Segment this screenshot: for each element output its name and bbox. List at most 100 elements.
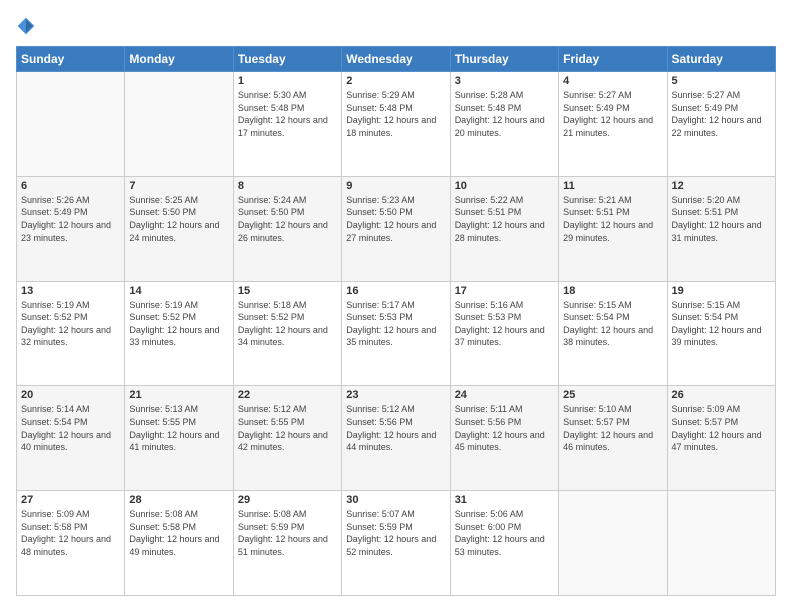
day-info: Sunrise: 5:15 AM Sunset: 5:54 PM Dayligh… xyxy=(563,299,662,349)
calendar-cell: 14 Sunrise: 5:19 AM Sunset: 5:52 PM Dayli… xyxy=(125,281,233,386)
day-info: Sunrise: 5:08 AM Sunset: 5:59 PM Dayligh… xyxy=(238,508,337,558)
calendar-cell: 12 Sunrise: 5:20 AM Sunset: 5:51 PM Dayli… xyxy=(667,176,775,281)
day-number: 25 xyxy=(563,389,662,401)
calendar-cell: 17 Sunrise: 5:16 AM Sunset: 5:53 PM Dayli… xyxy=(450,281,558,386)
day-number: 24 xyxy=(455,389,554,401)
day-number: 7 xyxy=(129,180,228,192)
calendar-cell: 9Sunrise: 5:23 AM Sunset: 5:50 PM Daylig… xyxy=(342,176,450,281)
day-number: 2 xyxy=(346,75,445,87)
calendar-cell: 20 Sunrise: 5:14 AM Sunset: 5:54 PM Dayli… xyxy=(17,386,125,491)
day-number: 29 xyxy=(238,494,337,506)
calendar-cell: 8 Sunrise: 5:24 AM Sunset: 5:50 PM Daylig… xyxy=(233,176,341,281)
weekday-header: Friday xyxy=(559,47,667,72)
day-number: 4 xyxy=(563,75,662,87)
day-number: 18 xyxy=(563,285,662,297)
day-info: Sunrise: 5:27 AM Sunset: 5:49 PM Dayligh… xyxy=(563,89,662,139)
calendar-cell: 15 Sunrise: 5:18 AM Sunset: 5:52 PM Dayli… xyxy=(233,281,341,386)
logo xyxy=(16,16,40,36)
day-number: 1 xyxy=(238,75,337,87)
day-info: Sunrise: 5:23 AM Sunset: 5:50 PM Dayligh… xyxy=(346,194,445,244)
calendar-week-row: 27Sunrise: 5:09 AM Sunset: 5:58 PM Dayli… xyxy=(17,491,776,596)
day-info: Sunrise: 5:18 AM Sunset: 5:52 PM Dayligh… xyxy=(238,299,337,349)
day-info: Sunrise: 5:17 AM Sunset: 5:53 PM Dayligh… xyxy=(346,299,445,349)
calendar-cell: 19 Sunrise: 5:15 AM Sunset: 5:54 PM Dayli… xyxy=(667,281,775,386)
day-number: 13 xyxy=(21,285,120,297)
day-info: Sunrise: 5:12 AM Sunset: 5:56 PM Dayligh… xyxy=(346,403,445,453)
calendar-cell: 3 Sunrise: 5:28 AM Sunset: 5:48 PM Daylig… xyxy=(450,72,558,177)
calendar-cell: 13 Sunrise: 5:19 AM Sunset: 5:52 PM Dayli… xyxy=(17,281,125,386)
day-info: Sunrise: 5:07 AM Sunset: 5:59 PM Dayligh… xyxy=(346,508,445,558)
calendar-cell: 28 Sunrise: 5:08 AM Sunset: 5:58 PM Dayli… xyxy=(125,491,233,596)
day-info: Sunrise: 5:29 AM Sunset: 5:48 PM Dayligh… xyxy=(346,89,445,139)
calendar-cell xyxy=(559,491,667,596)
calendar-cell: 18 Sunrise: 5:15 AM Sunset: 5:54 PM Dayli… xyxy=(559,281,667,386)
calendar-week-row: 1Sunrise: 5:30 AM Sunset: 5:48 PM Daylig… xyxy=(17,72,776,177)
calendar-cell: 31Sunrise: 5:06 AM Sunset: 6:00 PM Dayli… xyxy=(450,491,558,596)
day-info: Sunrise: 5:26 AM Sunset: 5:49 PM Dayligh… xyxy=(21,194,120,244)
day-number: 23 xyxy=(346,389,445,401)
day-info: Sunrise: 5:19 AM Sunset: 5:52 PM Dayligh… xyxy=(129,299,228,349)
header xyxy=(16,16,776,36)
day-info: Sunrise: 5:28 AM Sunset: 5:48 PM Dayligh… xyxy=(455,89,554,139)
weekday-header: Thursday xyxy=(450,47,558,72)
day-info: Sunrise: 5:20 AM Sunset: 5:51 PM Dayligh… xyxy=(672,194,771,244)
day-info: Sunrise: 5:14 AM Sunset: 5:54 PM Dayligh… xyxy=(21,403,120,453)
day-number: 21 xyxy=(129,389,228,401)
weekday-header: Tuesday xyxy=(233,47,341,72)
calendar-cell: 11 Sunrise: 5:21 AM Sunset: 5:51 PM Dayli… xyxy=(559,176,667,281)
day-number: 10 xyxy=(455,180,554,192)
calendar-cell: 29 Sunrise: 5:08 AM Sunset: 5:59 PM Dayli… xyxy=(233,491,341,596)
calendar-cell: 6 Sunrise: 5:26 AM Sunset: 5:49 PM Daylig… xyxy=(17,176,125,281)
day-number: 8 xyxy=(238,180,337,192)
day-info: Sunrise: 5:09 AM Sunset: 5:58 PM Dayligh… xyxy=(21,508,120,558)
calendar-week-row: 6 Sunrise: 5:26 AM Sunset: 5:49 PM Daylig… xyxy=(17,176,776,281)
calendar-cell: 7 Sunrise: 5:25 AM Sunset: 5:50 PM Daylig… xyxy=(125,176,233,281)
day-number: 17 xyxy=(455,285,554,297)
day-number: 28 xyxy=(129,494,228,506)
day-info: Sunrise: 5:22 AM Sunset: 5:51 PM Dayligh… xyxy=(455,194,554,244)
day-info: Sunrise: 5:19 AM Sunset: 5:52 PM Dayligh… xyxy=(21,299,120,349)
calendar-cell: 23 Sunrise: 5:12 AM Sunset: 5:56 PM Dayli… xyxy=(342,386,450,491)
calendar-header-row: SundayMondayTuesdayWednesdayThursdayFrid… xyxy=(17,47,776,72)
calendar-cell: 10 Sunrise: 5:22 AM Sunset: 5:51 PM Dayli… xyxy=(450,176,558,281)
day-info: Sunrise: 5:06 AM Sunset: 6:00 PM Dayligh… xyxy=(455,508,554,558)
day-info: Sunrise: 5:09 AM Sunset: 5:57 PM Dayligh… xyxy=(672,403,771,453)
day-number: 26 xyxy=(672,389,771,401)
day-number: 30 xyxy=(346,494,445,506)
calendar-cell: 24Sunrise: 5:11 AM Sunset: 5:56 PM Dayli… xyxy=(450,386,558,491)
weekday-header: Wednesday xyxy=(342,47,450,72)
day-info: Sunrise: 5:08 AM Sunset: 5:58 PM Dayligh… xyxy=(129,508,228,558)
day-number: 14 xyxy=(129,285,228,297)
calendar-cell: 26 Sunrise: 5:09 AM Sunset: 5:57 PM Dayli… xyxy=(667,386,775,491)
calendar-table: SundayMondayTuesdayWednesdayThursdayFrid… xyxy=(16,46,776,596)
calendar-cell xyxy=(667,491,775,596)
calendar-week-row: 13 Sunrise: 5:19 AM Sunset: 5:52 PM Dayli… xyxy=(17,281,776,386)
day-number: 20 xyxy=(21,389,120,401)
calendar-cell xyxy=(17,72,125,177)
day-info: Sunrise: 5:21 AM Sunset: 5:51 PM Dayligh… xyxy=(563,194,662,244)
day-info: Sunrise: 5:10 AM Sunset: 5:57 PM Dayligh… xyxy=(563,403,662,453)
weekday-header: Sunday xyxy=(17,47,125,72)
calendar-cell: 16 Sunrise: 5:17 AM Sunset: 5:53 PM Dayli… xyxy=(342,281,450,386)
day-info: Sunrise: 5:15 AM Sunset: 5:54 PM Dayligh… xyxy=(672,299,771,349)
day-number: 3 xyxy=(455,75,554,87)
calendar-week-row: 20 Sunrise: 5:14 AM Sunset: 5:54 PM Dayli… xyxy=(17,386,776,491)
day-info: Sunrise: 5:25 AM Sunset: 5:50 PM Dayligh… xyxy=(129,194,228,244)
calendar-cell: 4 Sunrise: 5:27 AM Sunset: 5:49 PM Daylig… xyxy=(559,72,667,177)
day-info: Sunrise: 5:12 AM Sunset: 5:55 PM Dayligh… xyxy=(238,403,337,453)
day-number: 16 xyxy=(346,285,445,297)
day-number: 11 xyxy=(563,180,662,192)
calendar-cell: 1Sunrise: 5:30 AM Sunset: 5:48 PM Daylig… xyxy=(233,72,341,177)
calendar-cell: 22Sunrise: 5:12 AM Sunset: 5:55 PM Dayli… xyxy=(233,386,341,491)
day-number: 6 xyxy=(21,180,120,192)
calendar-cell: 21Sunrise: 5:13 AM Sunset: 5:55 PM Dayli… xyxy=(125,386,233,491)
weekday-header: Saturday xyxy=(667,47,775,72)
calendar-cell: 5 Sunrise: 5:27 AM Sunset: 5:49 PM Daylig… xyxy=(667,72,775,177)
day-info: Sunrise: 5:27 AM Sunset: 5:49 PM Dayligh… xyxy=(672,89,771,139)
day-number: 15 xyxy=(238,285,337,297)
day-number: 12 xyxy=(672,180,771,192)
day-info: Sunrise: 5:24 AM Sunset: 5:50 PM Dayligh… xyxy=(238,194,337,244)
day-number: 5 xyxy=(672,75,771,87)
day-info: Sunrise: 5:16 AM Sunset: 5:53 PM Dayligh… xyxy=(455,299,554,349)
day-number: 19 xyxy=(672,285,771,297)
